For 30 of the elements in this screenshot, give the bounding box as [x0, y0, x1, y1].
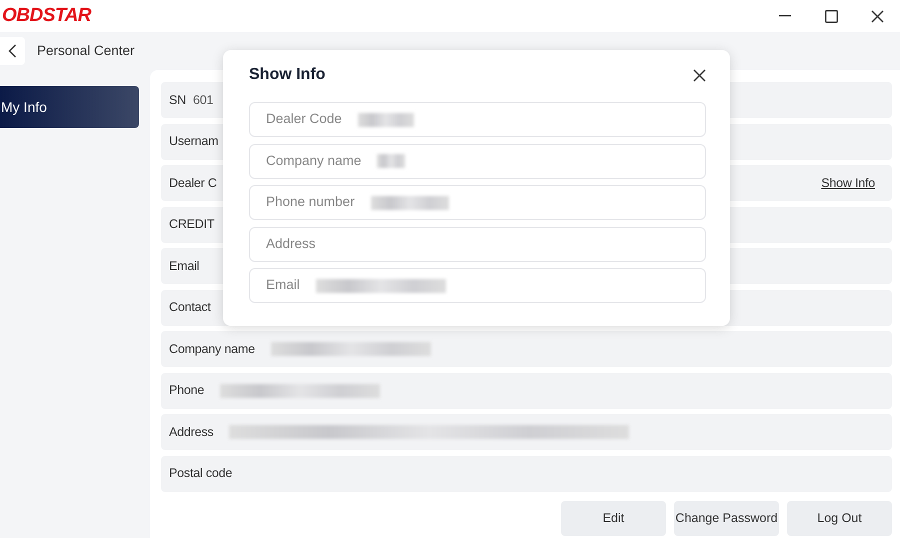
- close-icon[interactable]: [693, 68, 706, 82]
- field-value: 601: [192, 92, 214, 109]
- field-label: Phone number: [266, 193, 355, 212]
- field-label: Phone: [169, 382, 204, 400]
- action-button[interactable]: Edit: [561, 500, 666, 536]
- field-label: SN: [169, 92, 186, 109]
- field-label: Email: [266, 276, 300, 294]
- sidebar-item[interactable]: My Info: [0, 86, 139, 128]
- action-button[interactable]: Log Out: [787, 500, 892, 536]
- field-label: Usernam: [169, 133, 218, 150]
- field-label: CREDIT: [169, 216, 214, 234]
- field-label: Company name: [266, 152, 362, 170]
- field-label: Contact: [169, 299, 211, 316]
- close-icon: [870, 10, 884, 22]
- field-label: Postal code: [169, 465, 232, 482]
- back-icon: [8, 44, 17, 58]
- page-title: Personal Center: [36, 42, 135, 60]
- field-label: Dealer Code: [266, 110, 342, 128]
- field-label: Dealer C: [169, 174, 217, 192]
- show-info-link[interactable]: Show Info: [821, 174, 875, 192]
- maximize-icon: [824, 10, 838, 22]
- logo: OBDSTAR: [1, 4, 92, 28]
- field-label: Address: [169, 424, 214, 441]
- back-button[interactable]: [0, 37, 25, 65]
- field-label: Company name: [169, 340, 255, 358]
- minimize-icon: [779, 15, 791, 17]
- dialog-title: Show Info: [249, 65, 326, 85]
- field-label: Email: [169, 258, 200, 275]
- change-password-button[interactable]: Change Password: [674, 500, 779, 536]
- field-label: Address: [266, 234, 316, 253]
